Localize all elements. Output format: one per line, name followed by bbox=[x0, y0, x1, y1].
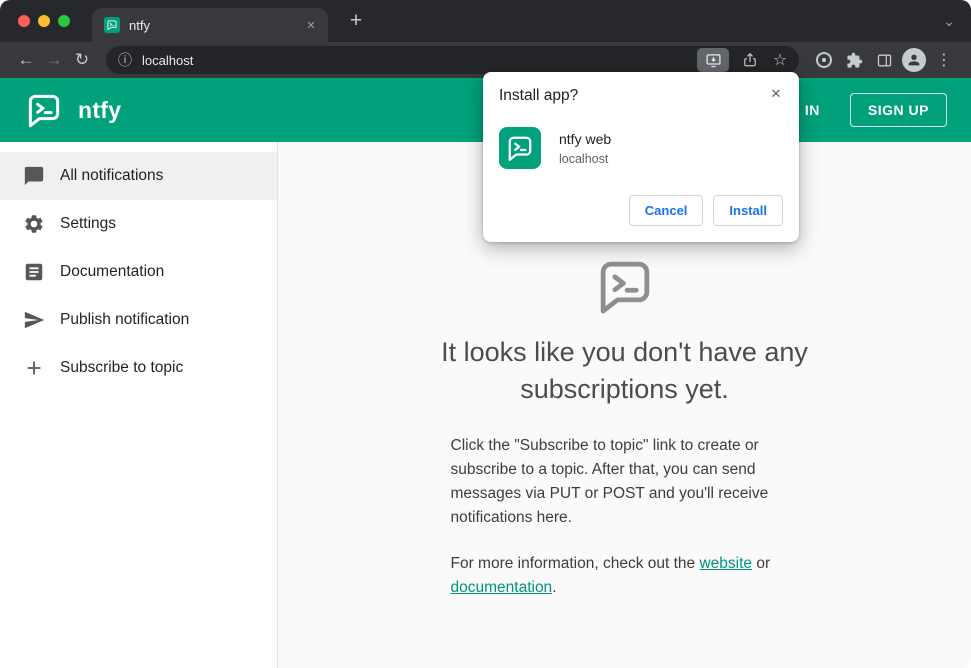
dialog-actions: Cancel Install bbox=[499, 195, 783, 226]
sidebar-item-label: Documentation bbox=[60, 263, 165, 280]
extensions-puzzle-icon[interactable] bbox=[839, 52, 869, 69]
plus-icon bbox=[23, 357, 45, 379]
zoom-window-button[interactable] bbox=[58, 15, 70, 27]
dialog-app-origin: localhost bbox=[559, 151, 609, 166]
sidebar-item-documentation[interactable]: Documentation bbox=[0, 248, 277, 296]
tab-search-chevron-icon[interactable]: ⌄ bbox=[943, 13, 955, 30]
more-info-middle: or bbox=[752, 555, 771, 573]
browser-window: ntfy ✕ + ⌄ ← → ↻ ⓘ localhost ☆ ⋮ ntfy IN… bbox=[0, 0, 971, 668]
empty-state-paragraph: Click the "Subscribe to topic" link to c… bbox=[450, 436, 769, 527]
install-app-dialog: Install app? ✕ ntfy web localhost Cancel… bbox=[483, 72, 799, 242]
new-tab-button[interactable]: + bbox=[342, 7, 370, 35]
url-text[interactable]: localhost bbox=[142, 53, 697, 68]
dialog-close-icon[interactable]: ✕ bbox=[766, 84, 786, 104]
browser-tab[interactable]: ntfy ✕ bbox=[92, 8, 328, 42]
sidebar: All notifications Settings Documentation… bbox=[0, 142, 278, 668]
site-info-icon[interactable]: ⓘ bbox=[118, 50, 132, 70]
back-icon[interactable]: ← bbox=[12, 46, 40, 74]
ntfy-logo-icon bbox=[24, 90, 64, 130]
website-link[interactable]: website bbox=[699, 555, 752, 572]
ntfy-empty-state-icon bbox=[593, 254, 657, 318]
tab-title: ntfy bbox=[129, 17, 150, 33]
more-info-suffix: . bbox=[552, 579, 557, 597]
sidebar-item-all-notifications[interactable]: All notifications bbox=[0, 152, 277, 200]
article-icon bbox=[23, 261, 45, 283]
extension-badge-icon[interactable] bbox=[809, 52, 839, 68]
more-info-prefix: For more information, check out the bbox=[450, 555, 700, 573]
gear-icon bbox=[23, 213, 45, 235]
address-bar[interactable]: ⓘ localhost ☆ bbox=[106, 46, 799, 74]
empty-state-more-info: For more information, check out the webs… bbox=[451, 552, 799, 600]
sidebar-item-label: Subscribe to topic bbox=[60, 359, 184, 376]
close-window-button[interactable] bbox=[18, 15, 30, 27]
sign-up-button[interactable]: SIGN UP bbox=[849, 93, 947, 127]
forward-icon[interactable]: → bbox=[40, 46, 68, 74]
ntfy-favicon-icon bbox=[104, 17, 120, 33]
side-panel-icon[interactable] bbox=[869, 52, 899, 69]
profile-avatar[interactable] bbox=[899, 48, 929, 72]
traffic-lights bbox=[18, 15, 70, 27]
sidebar-item-subscribe-to-topic[interactable]: Subscribe to topic bbox=[0, 344, 277, 392]
tab-close-icon[interactable]: ✕ bbox=[302, 19, 320, 32]
empty-state-heading: It looks like you don't have any subscri… bbox=[441, 337, 808, 404]
tab-strip: ntfy ✕ + ⌄ bbox=[0, 0, 971, 42]
sidebar-item-label: All notifications bbox=[60, 167, 164, 184]
bookmark-star-icon[interactable]: ☆ bbox=[767, 50, 793, 70]
dialog-app-name: ntfy web bbox=[559, 130, 612, 147]
sidebar-item-label: Settings bbox=[60, 215, 117, 232]
browser-menu-kebab-icon[interactable]: ⋮ bbox=[929, 50, 959, 70]
ntfy-app-icon bbox=[499, 127, 541, 169]
dialog-app-texts: ntfy web localhost bbox=[559, 131, 611, 166]
minimize-window-button[interactable] bbox=[38, 15, 50, 27]
install-app-icon[interactable] bbox=[697, 48, 729, 72]
sidebar-item-settings[interactable]: Settings bbox=[0, 200, 277, 248]
sidebar-item-publish-notification[interactable]: Publish notification bbox=[0, 296, 277, 344]
dialog-app-row: ntfy web localhost bbox=[499, 127, 783, 169]
reload-icon[interactable]: ↻ bbox=[68, 46, 96, 74]
sidebar-item-label: Publish notification bbox=[60, 311, 190, 328]
share-icon[interactable] bbox=[737, 52, 763, 68]
dialog-title: Install app? bbox=[499, 87, 579, 104]
install-button[interactable]: Install bbox=[713, 195, 783, 226]
documentation-link[interactable]: documentation bbox=[451, 579, 553, 596]
cancel-button[interactable]: Cancel bbox=[628, 195, 704, 226]
send-icon bbox=[23, 309, 45, 331]
brand-name: ntfy bbox=[78, 96, 122, 123]
chat-icon bbox=[23, 165, 45, 187]
